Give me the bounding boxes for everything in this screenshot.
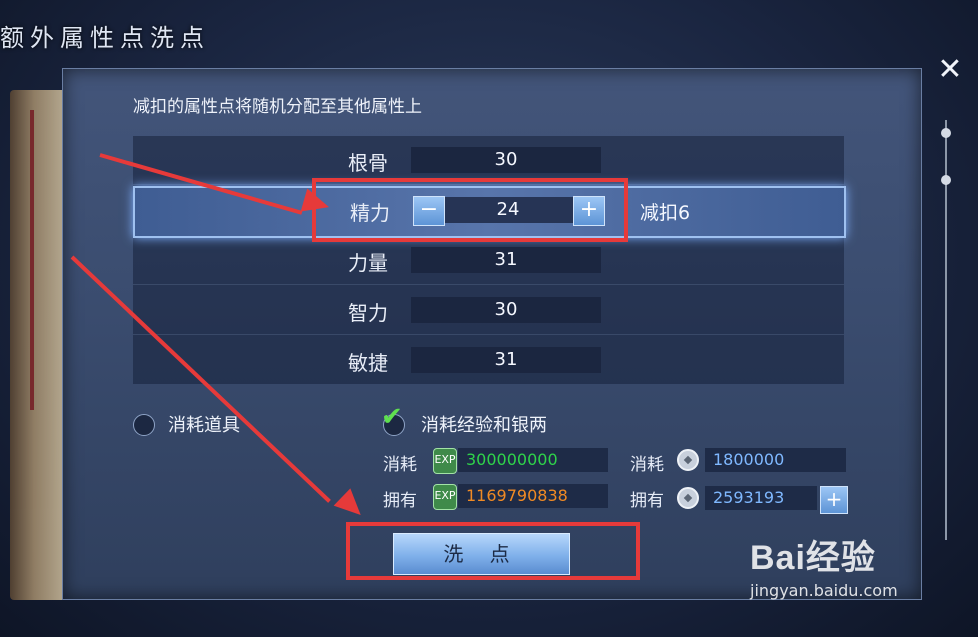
notice-text: 减扣的属性点将随机分配至其他属性上 [133,97,422,117]
book-decoration [10,90,70,600]
attribute-value: 30 [411,147,601,173]
silver-own-label: 拥有 [630,491,664,511]
attribute-row-liliang: 力量 31 [133,236,844,285]
check-icon: ✔ [381,402,403,432]
exp-icon: EXP [433,484,457,510]
attribute-label: 力量 [348,251,388,275]
watermark-brand: Bai经验 [750,539,876,577]
baidu-watermark: Bai经验 jingyan.baidu.com [750,530,898,600]
attribute-value: 31 [411,347,601,373]
attribute-label: 根骨 [348,151,388,175]
attribute-value: 30 [411,297,601,323]
silver-own-value: 2593193 [705,486,817,510]
orb-decoration [941,128,951,138]
exp-consume-label: 消耗 [383,455,417,475]
attribute-row-zhili: 智力 30 [133,286,844,335]
silver-consume-label: 消耗 [630,455,664,475]
consume-item-label: 消耗道具 [168,415,240,436]
deduct-text: 减扣6 [640,202,691,224]
exp-own-value: 1169790838 [458,484,608,508]
watermark-url: jingyan.baidu.com [750,581,898,600]
add-silver-button[interactable]: + [820,486,848,514]
coin-icon [677,449,699,471]
silver-consume-value: 1800000 [705,448,846,472]
attribute-value: 31 [411,247,601,273]
attribute-table: 根骨 30 精力 24 − + 减扣6 力量 31 智力 30 敏捷 31 [133,136,846,384]
coin-icon [677,487,699,509]
attribute-label: 智力 [348,301,388,325]
consume-exp-silver-label: 消耗经验和银两 [421,415,547,436]
exp-consume-value: 300000000 [458,448,608,472]
page-title: 额外属性点洗点 [0,24,210,52]
consume-item-radio[interactable] [133,414,155,436]
attribute-label: 敏捷 [348,351,388,375]
highlight-box-button [346,522,640,580]
exp-icon: EXP [433,448,457,474]
book-spine [30,110,34,410]
attribute-row-minjie: 敏捷 31 [133,336,844,384]
orb-decoration [941,175,951,185]
exp-own-label: 拥有 [383,491,417,511]
highlight-box-attribute [312,178,628,242]
close-icon[interactable]: ✕ [932,52,968,88]
